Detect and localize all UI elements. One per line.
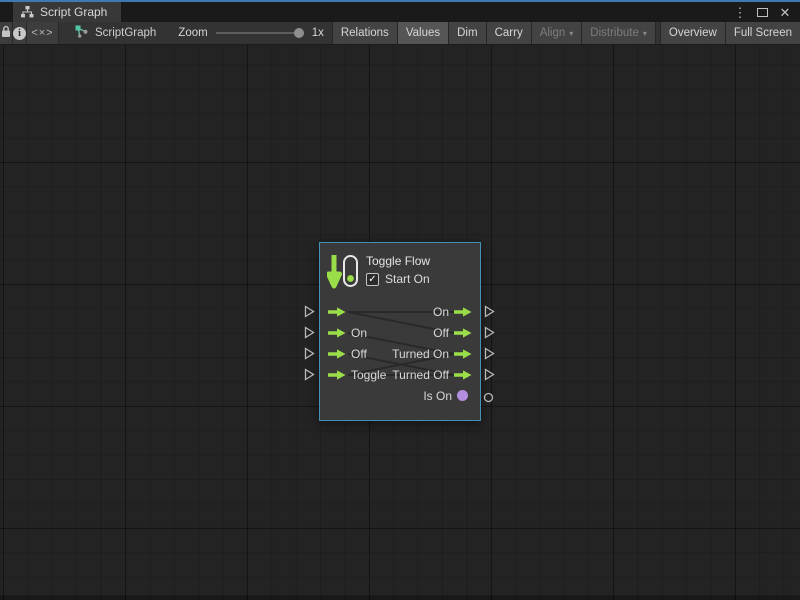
start-on-checkbox[interactable]: ✓ xyxy=(366,273,379,286)
connector-input-on[interactable] xyxy=(304,326,315,344)
connector-output-on[interactable] xyxy=(484,305,495,323)
distribute-label: Distribute xyxy=(590,27,639,39)
flow-arrow-icon xyxy=(454,349,472,359)
full-screen-button[interactable]: Full Screen xyxy=(725,22,800,44)
graph-hierarchy-icon xyxy=(21,6,34,18)
maximize-icon[interactable] xyxy=(757,8,768,17)
input-port-off[interactable]: Off xyxy=(328,347,367,361)
output-port-off[interactable]: Off xyxy=(433,326,472,340)
tab-title: Script Graph xyxy=(40,5,107,19)
output-port-turned-off[interactable]: Turned Off xyxy=(392,368,472,382)
zoom-value: 1x xyxy=(312,27,324,39)
dim-label: Dim xyxy=(457,27,477,39)
connector-input-off[interactable] xyxy=(304,347,315,365)
chevron-down-icon: ▾ xyxy=(569,29,573,38)
overview-label: Overview xyxy=(669,27,717,39)
zoom-label: Zoom xyxy=(178,27,207,39)
align-label: Align xyxy=(540,27,566,39)
input-port-toggle[interactable]: Toggle xyxy=(328,368,386,382)
flow-arrow-icon xyxy=(328,370,346,380)
carry-label: Carry xyxy=(495,27,523,39)
output-port-turned-on[interactable]: Turned On xyxy=(392,347,472,361)
node-ports: On On Off xyxy=(320,301,480,406)
start-on-label: Start On xyxy=(385,272,430,286)
full-screen-label: Full Screen xyxy=(734,27,792,39)
graph-toolbar: i <×> ScriptGraph Zoom 1x xyxy=(0,22,800,45)
script-graph-window: Script Graph ⋮ ✕ i <×> xyxy=(0,0,800,600)
output-port-on[interactable]: On xyxy=(433,305,472,319)
connector-output-off[interactable] xyxy=(484,326,495,344)
tab-bar: Script Graph ⋮ ✕ xyxy=(0,2,800,22)
info-icon: i xyxy=(13,27,26,40)
value-port-icon xyxy=(457,390,468,401)
flow-arrow-icon xyxy=(454,328,472,338)
zoom-slider[interactable] xyxy=(216,32,304,34)
port-row: Toggle Turned Off xyxy=(320,364,480,385)
port-label: Turned On xyxy=(392,347,449,361)
port-row: Is On xyxy=(320,385,480,406)
more-menu-icon[interactable]: ⋮ xyxy=(733,6,747,19)
port-label: Toggle xyxy=(351,368,386,382)
overview-button[interactable]: Overview xyxy=(660,22,725,44)
distribute-button[interactable]: Distribute ▾ xyxy=(581,22,655,44)
carry-button[interactable]: Carry xyxy=(486,22,531,44)
port-row: On xyxy=(320,301,480,322)
port-label: Off xyxy=(351,347,367,361)
code-view-button[interactable]: <×> xyxy=(27,22,59,44)
values-button[interactable]: Values xyxy=(397,22,448,44)
dim-button[interactable]: Dim xyxy=(448,22,485,44)
relations-button[interactable]: Relations xyxy=(332,22,397,44)
flow-arrow-icon xyxy=(328,349,346,359)
relations-label: Relations xyxy=(341,27,389,39)
port-label: Off xyxy=(433,326,449,340)
flow-arrow-icon xyxy=(328,307,346,317)
tab-script-graph[interactable]: Script Graph xyxy=(13,2,121,22)
port-row: On Off xyxy=(320,322,480,343)
values-label: Values xyxy=(406,27,440,39)
port-label: On xyxy=(351,326,367,340)
flow-arrow-icon xyxy=(328,328,346,338)
lock-button[interactable] xyxy=(0,22,13,44)
align-button[interactable]: Align ▾ xyxy=(531,22,582,44)
port-label: Turned Off xyxy=(392,368,449,382)
port-label: On xyxy=(433,305,449,319)
graph-name-text: ScriptGraph xyxy=(95,27,156,39)
window-controls: ⋮ ✕ xyxy=(733,2,800,22)
port-row: Off Turned On xyxy=(320,343,480,364)
connector-input-invoke[interactable] xyxy=(304,305,315,323)
node-title: Toggle Flow xyxy=(366,251,430,268)
connector-output-turned-on[interactable] xyxy=(484,347,495,365)
output-port-is-on[interactable]: Is On xyxy=(423,389,468,403)
zoom-slider-knob[interactable] xyxy=(294,28,304,38)
input-port-on[interactable]: On xyxy=(328,326,367,340)
input-port-invoke[interactable] xyxy=(328,307,351,317)
toggle-flow-node[interactable]: Toggle Flow ✓ Start On On xyxy=(319,242,481,421)
connector-output-is-on[interactable] xyxy=(483,390,494,408)
flow-arrow-icon xyxy=(454,307,472,317)
script-graph-icon xyxy=(75,25,89,41)
graph-canvas[interactable]: Toggle Flow ✓ Start On On xyxy=(0,45,800,600)
toggle-flow-icon xyxy=(327,251,359,296)
toolbar-toggle-buttons: Relations Values Dim Carry Align ▾ Distr… xyxy=(332,22,800,44)
connector-input-toggle[interactable] xyxy=(304,368,315,386)
graph-name-label: ScriptGraph xyxy=(59,22,170,44)
zoom-control: Zoom 1x xyxy=(170,22,332,44)
close-icon[interactable]: ✕ xyxy=(778,6,792,19)
flow-arrow-icon xyxy=(454,370,472,380)
code-icon: <×> xyxy=(31,27,53,39)
info-button[interactable]: i xyxy=(13,22,27,44)
connector-output-turned-off[interactable] xyxy=(484,368,495,386)
node-header: Toggle Flow ✓ Start On xyxy=(320,243,480,296)
lock-icon xyxy=(0,25,12,41)
port-label: Is On xyxy=(423,389,452,403)
chevron-down-icon: ▾ xyxy=(643,29,647,38)
